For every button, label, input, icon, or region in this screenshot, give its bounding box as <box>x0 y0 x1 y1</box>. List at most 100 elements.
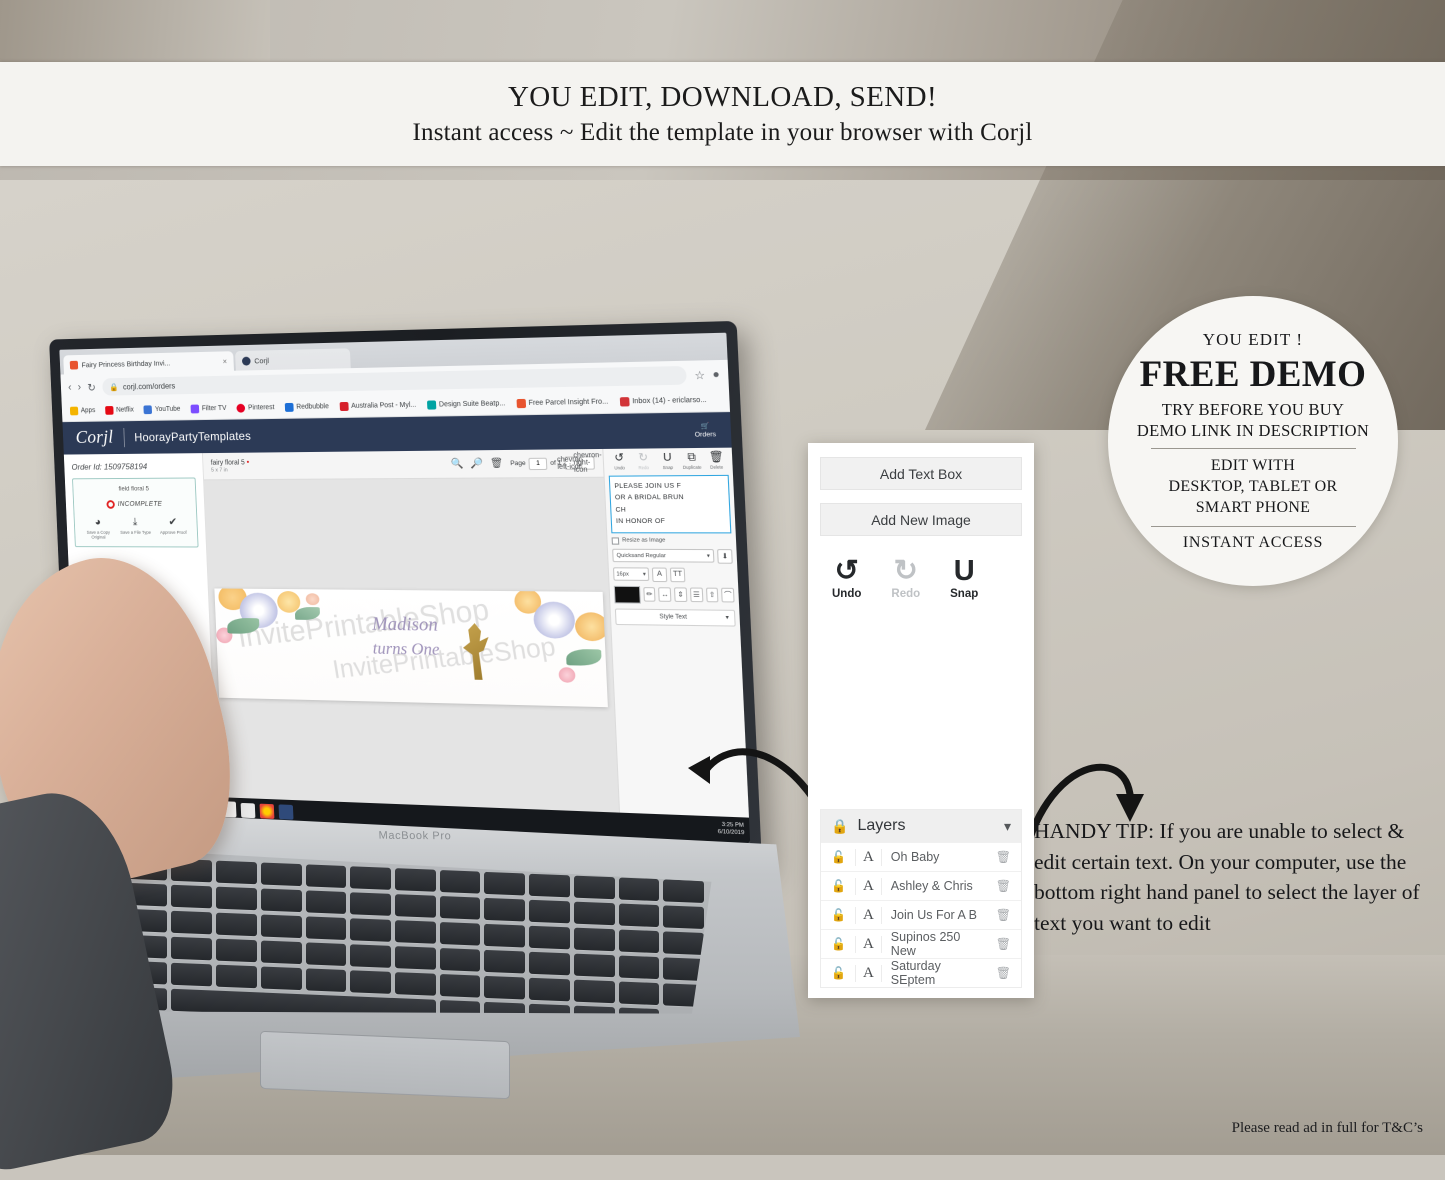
duplicate-button[interactable]: ⧉ Duplicate <box>680 451 704 470</box>
bookmark-item[interactable]: Inbox (14) - ericlarso... <box>619 396 707 407</box>
store-icon[interactable] <box>278 803 294 820</box>
butterfly-icon <box>305 593 320 606</box>
layer-row[interactable]: 🔓 A Oh Baby 🗑 <box>821 842 1021 871</box>
trash-icon[interactable]: 🗑 <box>996 908 1011 922</box>
redo-button[interactable]: ↻ Redo <box>891 557 920 601</box>
divider <box>1150 525 1356 527</box>
corjl-logo[interactable]: Corjl <box>75 427 114 449</box>
profile-avatar[interactable]: ● <box>712 368 720 381</box>
save-filetype-button[interactable]: ⤓ Save a File Type <box>116 516 154 540</box>
reload-icon[interactable]: ↻ <box>87 381 96 394</box>
design-name-label: fairy floral 5 <box>210 459 245 467</box>
text-size-icon[interactable]: TT <box>669 567 686 582</box>
bookmark-item[interactable]: Free Parcel Insight Fro... <box>516 397 608 409</box>
page-control: Page of 1 chevron-left-icon chevron-righ… <box>510 452 602 474</box>
lock-open-icon[interactable]: 🔓 <box>831 850 846 864</box>
bookmark-item[interactable]: Design Suite Beatp... <box>426 399 506 410</box>
delete-button[interactable]: 🗑 Delete <box>704 451 728 470</box>
trash-icon[interactable]: 🗑 <box>490 458 503 469</box>
layer-row[interactable]: 🔓 A Saturday SEptem 🗑 <box>821 958 1021 987</box>
bookmark-item[interactable]: Apps <box>69 406 96 416</box>
align-icon[interactable]: ☰ <box>689 587 703 603</box>
text-layer-icon: A <box>854 964 882 982</box>
text-layer-icon: A <box>854 935 882 953</box>
snap-button[interactable]: U Snap <box>656 451 680 470</box>
order-card-actions: ◕ Save a Copy Original ⤓ Save a File Typ… <box>79 516 193 540</box>
canvas-area[interactable]: InvitePrintableShop InvitePrintableShop <box>204 477 620 822</box>
bookmark-item[interactable]: Pinterest <box>236 403 275 413</box>
design-title-line1: Madison <box>371 613 439 636</box>
star-icon[interactable]: ☆ <box>694 368 705 382</box>
font-size-select[interactable]: 16px ▾ <box>612 567 650 581</box>
bookmark-item[interactable]: Filter TV <box>190 404 227 414</box>
undo-button[interactable]: ↺ Undo <box>608 452 631 471</box>
forward-icon[interactable]: › <box>78 382 82 394</box>
bookmark-item[interactable]: Redbubble <box>284 402 329 412</box>
flower-icon <box>558 667 576 683</box>
trash-icon[interactable]: 🗑 <box>996 879 1011 893</box>
watermark: InvitePrintableShop <box>330 630 558 685</box>
lock-open-icon[interactable]: 🔓 <box>831 879 846 893</box>
bold-icon[interactable]: A <box>651 566 668 582</box>
style-text-dropdown[interactable]: Style Text ▾ <box>614 607 736 627</box>
flower-icon <box>532 601 576 639</box>
unsaved-dot-icon: • <box>246 457 250 467</box>
undo-button[interactable]: ↺ Undo <box>832 557 861 601</box>
upload-font-icon[interactable]: ⬇ <box>717 548 733 564</box>
letter-spacing-icon[interactable]: ↔ <box>658 587 672 602</box>
lock-open-icon[interactable]: 🔓 <box>831 937 846 951</box>
back-icon[interactable]: ‹ <box>68 382 72 394</box>
trash-icon[interactable]: 🗑 <box>996 966 1011 980</box>
redo-button[interactable]: ↻ Redo <box>632 452 655 471</box>
layers-section: 🔒 Layers ▾ 🔓 A Oh Baby 🗑 🔓 A Ashley & Ch… <box>820 809 1022 988</box>
badge-sub-line1: TRY BEFORE YOU BUY <box>1161 400 1345 420</box>
trash-icon[interactable]: 🗑 <box>996 850 1011 864</box>
add-new-image-button[interactable]: Add New Image <box>820 503 1022 536</box>
lock-open-icon[interactable]: 🔓 <box>831 908 846 922</box>
zoom-out-icon[interactable]: 🔎 <box>470 458 483 469</box>
badge-headline: FREE DEMO <box>1139 354 1367 396</box>
layer-row[interactable]: 🔓 A Join Us For A B 🗑 <box>821 900 1021 929</box>
panel-tool-row: ↺ Undo ↻ Redo U Snap <box>820 549 1022 601</box>
design-canvas[interactable]: InvitePrintableShop InvitePrintableShop <box>214 588 608 708</box>
color-row: ✏ ↔ ⇕ ☰ ⇧ ⌒ <box>613 585 735 604</box>
tool-label: Duplicate <box>682 464 702 470</box>
bookmark-item[interactable]: Australia Post - Myl... <box>339 401 416 412</box>
order-card[interactable]: field floral 5 INCOMPLETE ◕ Save a Copy … <box>72 477 199 548</box>
close-icon[interactable]: × <box>222 357 227 366</box>
snap-button[interactable]: U Snap <box>950 557 978 601</box>
browser-tab-inactive[interactable]: Corjl <box>235 348 351 371</box>
approve-proof-button[interactable]: ✔ Approve Proof <box>154 516 193 540</box>
order-id: Order Id: 1509758194 <box>71 461 148 472</box>
add-text-box-button[interactable]: Add Text Box <box>820 457 1022 490</box>
design-title[interactable]: Madison turns One <box>371 612 440 662</box>
chevron-down-icon[interactable]: ▾ <box>1004 818 1011 835</box>
design-name: fairy floral 5 • 5 x 7 in <box>211 457 250 475</box>
lock-open-icon[interactable]: 🔓 <box>831 966 846 980</box>
bookmark-item[interactable]: YouTube <box>143 405 181 415</box>
orders-button[interactable]: 🛒 Orders <box>694 422 717 439</box>
text-edit-input[interactable]: PLEASE JOIN US F OR A BRIDAL BRUN CH IN … <box>608 474 732 533</box>
font-family-select[interactable]: Quicksand Regular ▾ <box>612 548 715 563</box>
line-height-icon[interactable]: ⇕ <box>674 587 688 603</box>
curve-text-icon[interactable]: ⌒ <box>721 587 735 603</box>
layer-row[interactable]: 🔓 A Ashley & Chris 🗑 <box>821 871 1021 900</box>
layers-header[interactable]: 🔒 Layers ▾ <box>821 810 1021 842</box>
text-color-swatch[interactable] <box>613 585 641 604</box>
vertical-align-icon[interactable]: ⇧ <box>705 587 719 603</box>
eyedropper-icon[interactable]: ✏ <box>642 587 656 602</box>
bookmark-item[interactable]: Netflix <box>105 406 134 415</box>
photos-icon[interactable] <box>240 802 256 818</box>
canvas-column: fairy floral 5 • 5 x 7 in 🔍 🔎 🗑 Page of … <box>202 448 620 822</box>
trash-icon[interactable]: 🗑 <box>996 937 1011 951</box>
tab-title: Corjl <box>254 355 270 365</box>
status-dot-icon <box>106 500 116 509</box>
next-page-button[interactable]: chevron-right-icon <box>573 452 602 474</box>
zoom-in-icon[interactable]: 🔍 <box>451 458 464 469</box>
layer-row[interactable]: 🔓 A Supinos 250 New 🗑 <box>821 929 1021 958</box>
save-copy-button[interactable]: ◕ Save a Copy Original <box>79 516 117 539</box>
chrome-icon[interactable] <box>259 803 275 819</box>
resize-as-image-checkbox[interactable]: Resize as Image <box>611 536 732 545</box>
badge-instant-access: INSTANT ACCESS <box>1182 533 1324 551</box>
page-input[interactable] <box>528 457 548 470</box>
